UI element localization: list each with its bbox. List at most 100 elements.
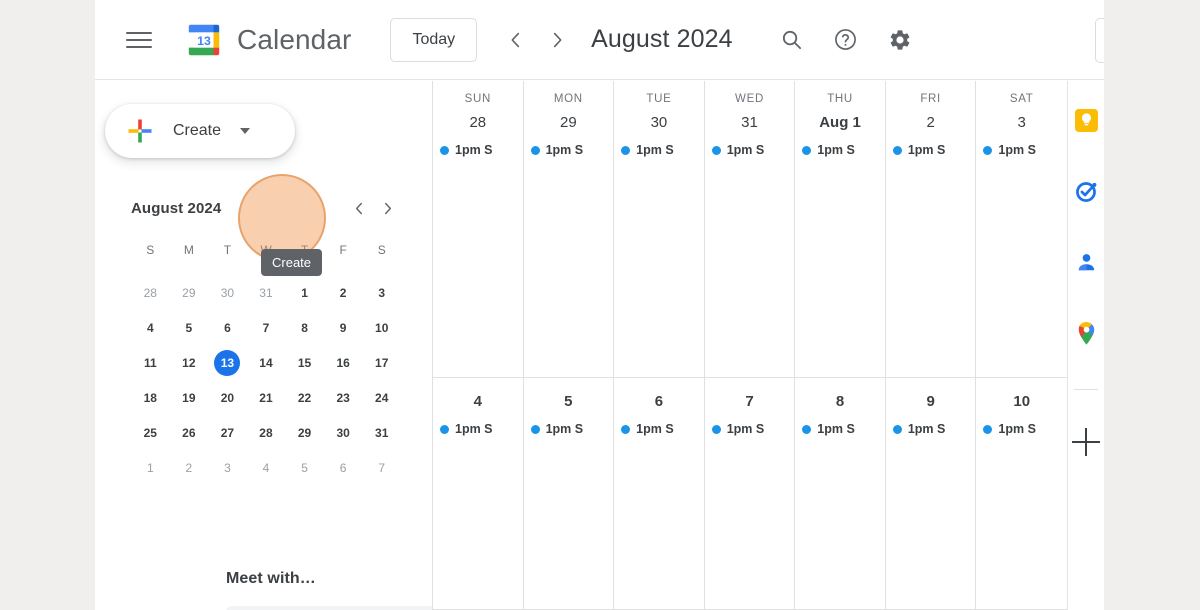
calendar-day-number[interactable]: 4 xyxy=(433,390,523,414)
mini-calendar-day[interactable]: 1 xyxy=(285,275,324,310)
mini-calendar-day[interactable]: 14 xyxy=(247,345,286,380)
calendar-day-number[interactable]: 9 xyxy=(886,390,976,414)
calendar-event-chip[interactable]: 1pm S xyxy=(802,422,881,436)
mini-calendar-day[interactable]: 19 xyxy=(170,380,209,415)
mini-calendar-day-today[interactable]: 13 xyxy=(208,345,247,380)
calendar-day-cell[interactable]: WED 31 1pm S xyxy=(705,81,796,377)
calendar-day-cell[interactable]: 9 1pm S xyxy=(886,378,977,609)
mini-calendar-day[interactable]: 17 xyxy=(362,345,401,380)
mini-calendar-day[interactable]: 12 xyxy=(170,345,209,380)
mini-calendar-day[interactable]: 11 xyxy=(131,345,170,380)
today-button[interactable]: Today xyxy=(390,17,478,62)
calendar-day-number[interactable]: 3 xyxy=(976,111,1067,135)
calendar-day-cell[interactable]: FRI 2 1pm S xyxy=(886,81,977,377)
calendar-day-cell[interactable]: THU Aug 1 1pm S xyxy=(795,81,886,377)
mini-calendar-day[interactable]: 16 xyxy=(324,345,363,380)
search-icon[interactable] xyxy=(771,19,813,61)
mini-calendar-day[interactable]: 29 xyxy=(170,275,209,310)
mini-calendar-day[interactable]: 25 xyxy=(131,415,170,450)
calendar-event-chip[interactable]: 1pm S xyxy=(892,422,972,436)
mini-calendar-day[interactable]: 18 xyxy=(131,380,170,415)
mini-calendar-day[interactable]: 2 xyxy=(170,450,209,485)
calendar-day-cell[interactable]: 10 1pm S xyxy=(976,378,1067,609)
calendar-event-chip[interactable]: 1pm S xyxy=(983,422,1063,436)
create-button[interactable]: Create xyxy=(105,104,295,158)
mini-calendar-day[interactable]: 3 xyxy=(208,450,247,485)
calendar-day-number[interactable]: 29 xyxy=(524,111,614,135)
mini-calendar-day[interactable]: 26 xyxy=(170,415,209,450)
mini-calendar-day[interactable]: 27 xyxy=(208,415,247,450)
mini-calendar-day[interactable]: 31 xyxy=(247,275,286,310)
calendar-day-cell[interactable]: 8 1pm S xyxy=(795,378,886,609)
calendar-day-number[interactable]: 5 xyxy=(524,390,614,414)
mini-calendar-day[interactable]: 28 xyxy=(131,275,170,310)
mini-calendar-day[interactable]: 1 xyxy=(131,450,170,485)
calendar-event-chip[interactable]: 1pm S xyxy=(621,143,700,157)
mini-calendar-day[interactable]: 6 xyxy=(208,310,247,345)
mini-calendar-day[interactable]: 3 xyxy=(362,275,401,310)
calendar-day-number[interactable]: 10 xyxy=(976,390,1067,414)
calendar-logo-link[interactable]: 13 Calendar xyxy=(185,21,351,59)
mini-calendar-day[interactable]: 31 xyxy=(362,415,401,450)
calendar-day-number[interactable]: Aug 1 xyxy=(795,111,885,135)
help-circle-icon[interactable] xyxy=(825,19,867,61)
calendar-event-chip[interactable]: 1pm S xyxy=(440,143,519,157)
calendar-day-cell[interactable]: TUE 30 1pm S xyxy=(614,81,705,377)
calendar-day-number[interactable]: 31 xyxy=(705,111,795,135)
mini-calendar-day[interactable]: 15 xyxy=(285,345,324,380)
calendar-event-chip[interactable]: 1pm S xyxy=(983,143,1063,157)
mini-calendar-day[interactable]: 28 xyxy=(247,415,286,450)
mini-calendar-day[interactable]: 21 xyxy=(247,380,286,415)
google-tasks-icon[interactable] xyxy=(1073,178,1099,204)
mini-calendar-next-button[interactable] xyxy=(373,194,401,222)
calendar-day-cell[interactable]: 7 1pm S xyxy=(705,378,796,609)
mini-calendar-day[interactable]: 5 xyxy=(170,310,209,345)
google-contacts-icon[interactable] xyxy=(1073,249,1099,275)
mini-calendar-day[interactable]: 9 xyxy=(324,310,363,345)
mini-calendar-day[interactable]: 7 xyxy=(247,310,286,345)
calendar-event-chip[interactable]: 1pm S xyxy=(711,422,791,436)
mini-calendar-day[interactable]: 8 xyxy=(285,310,324,345)
calendar-day-cell[interactable]: MON 29 1pm S xyxy=(524,81,615,377)
mini-calendar-day[interactable]: 4 xyxy=(247,450,286,485)
calendar-event-chip[interactable]: 1pm S xyxy=(892,143,972,157)
calendar-event-chip[interactable]: 1pm S xyxy=(802,143,881,157)
calendar-day-number[interactable]: 7 xyxy=(705,390,795,414)
mini-calendar-day[interactable]: 2 xyxy=(324,275,363,310)
calendar-day-cell[interactable]: 5 1pm S xyxy=(524,378,615,609)
calendar-day-cell[interactable]: 4 1pm S xyxy=(433,378,524,609)
google-maps-icon[interactable] xyxy=(1073,320,1099,346)
previous-period-button[interactable] xyxy=(499,23,533,57)
calendar-day-cell[interactable]: SAT 3 1pm S xyxy=(976,81,1067,377)
calendar-day-cell[interactable]: 6 1pm S xyxy=(614,378,705,609)
view-mode-selector[interactable]: Month xyxy=(1095,18,1104,63)
calendar-day-number[interactable]: 30 xyxy=(614,111,704,135)
mini-calendar-day[interactable]: 4 xyxy=(131,310,170,345)
mini-calendar-day[interactable]: 24 xyxy=(362,380,401,415)
mini-calendar-day[interactable]: 6 xyxy=(324,450,363,485)
next-period-button[interactable] xyxy=(540,23,574,57)
calendar-day-number[interactable]: 6 xyxy=(614,390,704,414)
mini-calendar-day[interactable]: 20 xyxy=(208,380,247,415)
calendar-day-number[interactable]: 28 xyxy=(433,111,523,135)
mini-calendar-day[interactable]: 5 xyxy=(285,450,324,485)
google-keep-icon[interactable] xyxy=(1073,107,1099,133)
mini-calendar-day[interactable]: 30 xyxy=(208,275,247,310)
mini-calendar-day[interactable]: 30 xyxy=(324,415,363,450)
calendar-day-number[interactable]: 8 xyxy=(795,390,885,414)
calendar-day-cell[interactable]: SUN 28 1pm S xyxy=(433,81,524,377)
plus-icon[interactable] xyxy=(1072,428,1100,456)
meet-with-search-field[interactable]: Search for people xyxy=(226,606,432,610)
hamburger-menu-icon[interactable] xyxy=(126,30,152,50)
calendar-day-number[interactable]: 2 xyxy=(886,111,976,135)
gear-icon[interactable] xyxy=(879,19,921,61)
calendar-event-chip[interactable]: 1pm S xyxy=(621,422,700,436)
calendar-event-chip[interactable]: 1pm S xyxy=(440,422,519,436)
mini-calendar-day[interactable]: 22 xyxy=(285,380,324,415)
mini-calendar-previous-button[interactable] xyxy=(345,194,373,222)
mini-calendar-day[interactable]: 29 xyxy=(285,415,324,450)
mini-calendar-day[interactable]: 7 xyxy=(362,450,401,485)
calendar-event-chip[interactable]: 1pm S xyxy=(711,143,791,157)
mini-calendar-day[interactable]: 10 xyxy=(362,310,401,345)
calendar-event-chip[interactable]: 1pm S xyxy=(530,143,610,157)
